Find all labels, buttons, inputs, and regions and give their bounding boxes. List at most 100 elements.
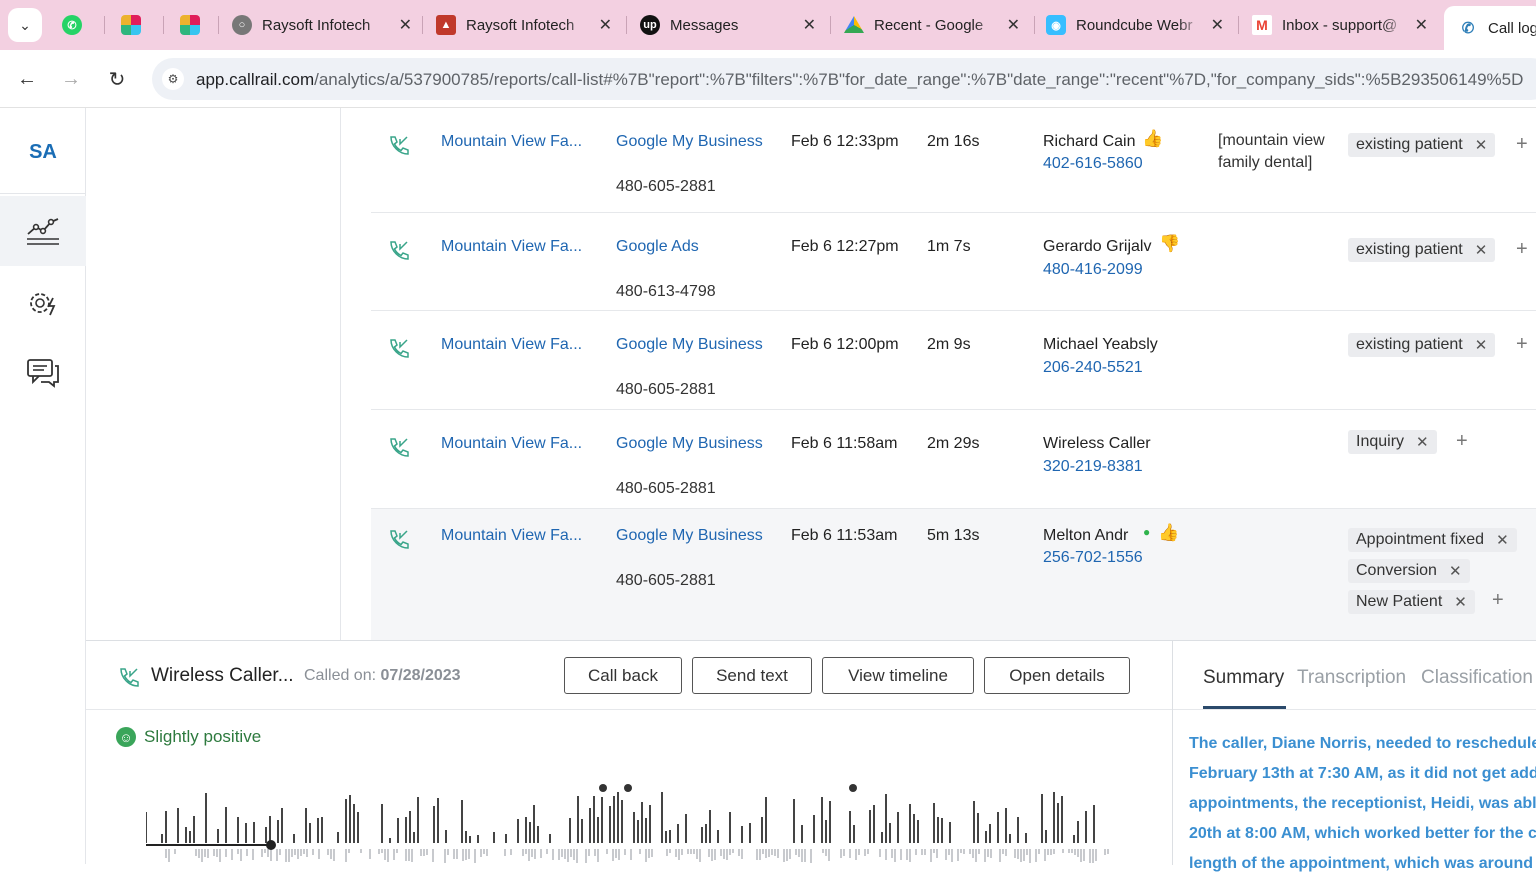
tab-call-log[interactable]: ✆ Call log (1444, 6, 1536, 50)
tab-slack-1[interactable] (121, 8, 149, 42)
tab-slack-2[interactable] (180, 8, 208, 42)
thumbs-up-icon[interactable]: 👍 (1158, 523, 1179, 543)
source-link[interactable]: Google My Business (616, 133, 763, 151)
close-icon[interactable]: ✕ (399, 15, 412, 35)
summary-line: The caller, Diane Norris, needed to resc… (1189, 735, 1536, 752)
address-toolbar: ← → ↻ ⚙ app.callrail.com/analytics/a/537… (0, 50, 1536, 108)
tab-divider (1238, 16, 1239, 34)
open-details-button[interactable]: Open details (984, 657, 1130, 694)
table-row[interactable]: Mountain View Fa... Google Ads 480-613-4… (371, 213, 1536, 311)
inbound-call-icon (390, 136, 409, 155)
caller-name: Melton Andr (1043, 527, 1129, 544)
remove-tag-icon[interactable]: ✕ (1496, 531, 1509, 549)
close-icon[interactable]: ✕ (599, 15, 612, 35)
remove-tag-icon[interactable]: ✕ (1449, 562, 1462, 580)
add-tag-button[interactable]: + (1516, 333, 1528, 356)
tab-raysoft-2[interactable]: ▲ Raysoft Infotech ✕ (436, 8, 612, 42)
tab-classification[interactable]: Classification (1421, 667, 1533, 689)
tab-roundcube[interactable]: ◉ Roundcube Webr ✕ (1046, 8, 1224, 42)
reload-button[interactable]: ↻ (104, 66, 130, 92)
tab-gmail[interactable]: M Inbox - support@ ✕ (1252, 8, 1428, 42)
forward-button[interactable]: → (58, 66, 84, 92)
caller-phone[interactable]: 402-616-5860 (1043, 155, 1143, 173)
remove-tag-icon[interactable]: ✕ (1475, 336, 1488, 354)
tab-title: Messages (670, 16, 739, 34)
table-row[interactable]: Mountain View Fa... Google My Business 4… (371, 108, 1536, 213)
company-link[interactable]: Mountain View Fa... (441, 336, 582, 354)
remove-tag-icon[interactable]: ✕ (1475, 241, 1488, 259)
close-icon[interactable]: ✕ (1211, 15, 1224, 35)
close-icon[interactable]: ✕ (1007, 15, 1020, 35)
tag-chip: Appointment fixed ✕ (1348, 528, 1517, 552)
view-timeline-button[interactable]: View timeline (822, 657, 974, 694)
source-link[interactable]: Google My Business (616, 435, 763, 453)
caller-phone[interactable]: 256-702-1556 (1043, 549, 1143, 567)
source-link[interactable]: Google My Business (616, 336, 763, 354)
tag-label: Appointment fixed (1356, 531, 1485, 548)
tab-summary[interactable]: Summary (1203, 667, 1284, 689)
called-on: Called on: 07/28/2023 (304, 667, 461, 685)
tag-chip: existing patient ✕ (1348, 133, 1496, 157)
tab-google-drive[interactable]: Recent - Google ✕ (844, 8, 1020, 42)
add-tag-button[interactable]: + (1456, 430, 1468, 453)
remove-tag-icon[interactable]: ✕ (1454, 593, 1467, 611)
url-text[interactable]: app.callrail.com/analytics/a/537900785/r… (196, 70, 1523, 90)
add-tag-button[interactable]: + (1516, 133, 1528, 156)
waveform-marker[interactable] (624, 784, 632, 792)
caller-phone[interactable]: 206-240-5521 (1043, 359, 1143, 377)
nav-settings[interactable] (0, 268, 86, 338)
company-link[interactable]: Mountain View Fa... (441, 527, 582, 545)
site-settings-icon[interactable]: ⚙ (162, 68, 184, 90)
account-logo[interactable]: SA (0, 141, 86, 164)
caller-phone[interactable]: 320-219-8381 (1043, 458, 1143, 476)
tracking-number: 480-605-2881 (616, 178, 716, 195)
tag-label: existing patient (1356, 241, 1463, 258)
summary-line: 20th at 8:00 AM, which worked better for… (1189, 825, 1536, 842)
tab-transcription[interactable]: Transcription (1297, 667, 1406, 689)
tab-search-button[interactable]: ⌄ (8, 8, 42, 42)
active-tab-indicator (1203, 706, 1286, 709)
add-tag-button[interactable]: + (1492, 589, 1504, 612)
thumbs-up-icon[interactable]: 👍 (1142, 129, 1163, 149)
nav-conversations[interactable] (0, 338, 86, 408)
table-row[interactable]: Mountain View Fa... Google My Business 4… (371, 410, 1536, 509)
thumbs-down-icon[interactable]: 👎 (1159, 234, 1180, 254)
tab-title: Inbox - support@ (1282, 16, 1398, 34)
tab-divider (163, 16, 164, 34)
send-text-button[interactable]: Send text (692, 657, 812, 694)
arrow-right-icon: → (61, 67, 81, 90)
close-icon[interactable]: ✕ (1415, 15, 1428, 35)
company-link[interactable]: Mountain View Fa... (441, 133, 582, 151)
waveform-marker[interactable] (849, 784, 857, 792)
remove-tag-icon[interactable]: ✕ (1475, 136, 1488, 154)
remove-tag-icon[interactable]: ✕ (1416, 433, 1429, 451)
tab-divider (1034, 16, 1035, 34)
playhead-handle[interactable] (266, 840, 276, 850)
source-link[interactable]: Google My Business (616, 527, 763, 545)
sentiment-indicator: ☺ Slightly positive (116, 727, 261, 747)
call-back-button[interactable]: Call back (564, 657, 682, 694)
caller-phone[interactable]: 480-416-2099 (1043, 261, 1143, 279)
source-link[interactable]: Google Ads (616, 238, 699, 256)
nav-analytics[interactable] (0, 196, 86, 266)
audio-waveform[interactable] (146, 781, 1116, 865)
call-duration: 2m 29s (927, 435, 980, 452)
tab-messages[interactable]: up Messages ✕ (640, 8, 816, 42)
add-tag-button[interactable]: + (1516, 238, 1528, 261)
new-caller-dot-icon: ● (1143, 525, 1151, 539)
waveform-marker[interactable] (599, 784, 607, 792)
close-icon[interactable]: ✕ (803, 15, 816, 35)
table-row[interactable]: Mountain View Fa... Google My Business 4… (371, 311, 1536, 410)
chat-bubbles-icon (27, 359, 59, 388)
company-link[interactable]: Mountain View Fa... (441, 238, 582, 256)
table-row[interactable]: Mountain View Fa... Google My Business 4… (371, 509, 1536, 640)
company-link[interactable]: Mountain View Fa... (441, 435, 582, 453)
summary-line: length of the appointment, which was aro… (1189, 855, 1533, 872)
call-duration: 5m 13s (927, 527, 980, 544)
back-button[interactable]: ← (14, 66, 40, 92)
tab-raysoft-1[interactable]: ○ Raysoft Infotech ✕ (232, 8, 412, 42)
url-bar[interactable]: ⚙ app.callrail.com/analytics/a/537900785… (152, 58, 1536, 100)
tab-whatsapp[interactable]: ✆ (62, 8, 90, 42)
whatsapp-icon: ✆ (62, 15, 82, 35)
reload-icon: ↻ (108, 68, 126, 91)
